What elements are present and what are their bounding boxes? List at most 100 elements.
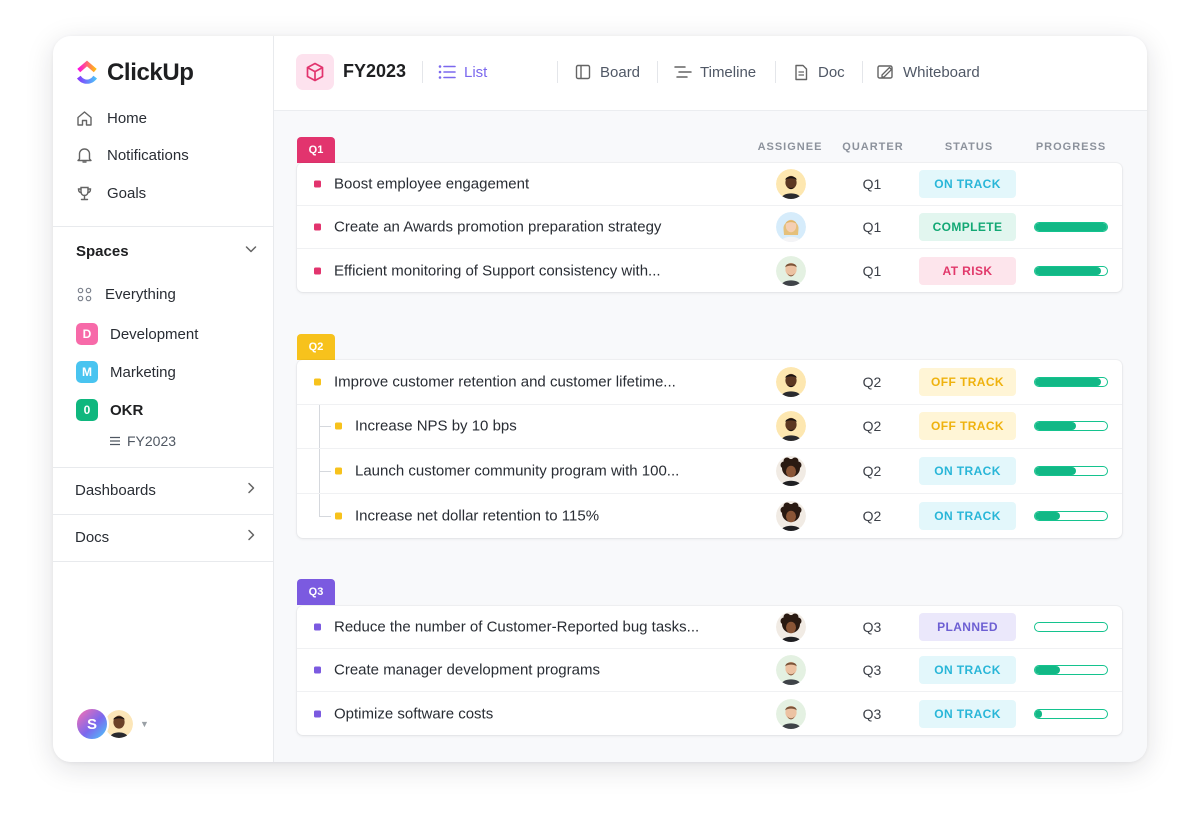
board-icon (574, 63, 592, 81)
column-header-progress[interactable]: PROGRESS (1026, 141, 1116, 153)
group-tag-q1[interactable]: Q1 (297, 137, 335, 163)
tab-board[interactable]: Board (574, 62, 640, 82)
task-name[interactable]: Increase net dollar retention to 115% (355, 507, 599, 524)
status-badge[interactable]: PLANNED (919, 613, 1016, 641)
assignee-avatar[interactable] (776, 698, 806, 729)
column-header-quarter[interactable]: QUARTER (834, 141, 912, 153)
task-name[interactable]: Boost employee engagement (334, 176, 529, 193)
assignee-avatar[interactable] (776, 212, 806, 242)
space-development-label: Development (110, 325, 199, 343)
nav-notifications-label: Notifications (107, 146, 189, 164)
table-row[interactable]: Launch customer community program with 1… (297, 449, 1122, 494)
progress-fill (1035, 666, 1061, 674)
quarter-cell: Q2 (862, 373, 882, 390)
task-group-q1: Boost employee engagement Q1 ON TRACK Creat… (297, 163, 1122, 292)
assignee-avatar[interactable] (776, 455, 806, 486)
grid-dots-icon (76, 286, 92, 302)
group-tag-q3[interactable]: Q3 (297, 579, 335, 605)
table-row[interactable]: Boost employee engagement Q1 ON TRACK (297, 163, 1122, 206)
task-name[interactable]: Optimize software costs (334, 705, 493, 722)
task-name[interactable]: Efficient monitoring of Support consiste… (334, 262, 661, 279)
table-row[interactable]: Optimize software costs Q3 ON TRACK (297, 692, 1122, 735)
assignee-avatar[interactable] (776, 255, 806, 286)
assignee-avatar[interactable] (776, 411, 806, 442)
nav-docs[interactable]: Docs (75, 526, 257, 548)
sidebar: ClickUp Home Notifications Goals Spaces (53, 36, 274, 762)
quarter-cell: Q3 (862, 619, 882, 635)
task-name[interactable]: Increase NPS by 10 bps (355, 418, 517, 435)
status-badge[interactable]: ON TRACK (919, 501, 1016, 530)
task-name[interactable]: Create manager development programs (334, 662, 600, 679)
status-badge[interactable]: ON TRACK (919, 170, 1016, 198)
spaces-label: Spaces (76, 242, 129, 260)
table-row[interactable]: Increase net dollar retention to 115% Q2 O… (297, 493, 1122, 539)
status-badge[interactable]: ON TRACK (919, 699, 1016, 728)
progress-bar (1034, 465, 1108, 476)
nav-notifications[interactable]: Notifications (75, 144, 189, 166)
status-badge[interactable]: ON TRACK (919, 656, 1016, 684)
nav-home-label: Home (107, 109, 148, 127)
caret-down-icon: ▼ (140, 719, 149, 729)
chevron-right-icon (245, 528, 257, 546)
progress-fill (1035, 377, 1102, 386)
tab-doc[interactable]: Doc (792, 62, 845, 82)
quarter-cell: Q2 (862, 418, 882, 435)
table-row[interactable]: Reduce the number of Customer-Reported b… (297, 606, 1122, 649)
space-development[interactable]: D Development (76, 322, 198, 346)
quarter-cell: Q2 (862, 507, 882, 524)
bell-icon (75, 146, 93, 164)
clickup-logo[interactable]: ClickUp (75, 58, 194, 88)
status-badge[interactable]: OFF TRACK (919, 367, 1016, 396)
task-name[interactable]: Launch customer community program with 1… (355, 462, 679, 479)
tab-board-label: Board (600, 63, 641, 81)
progress-fill (1035, 422, 1077, 431)
table-row[interactable]: Increase NPS by 10 bps Q2 OFF TRACK (297, 404, 1122, 449)
user-menu[interactable]: S ▼ (75, 706, 149, 742)
spaces-header[interactable]: Spaces (76, 240, 258, 262)
task-name[interactable]: Create an Awards promotion preparation s… (334, 219, 661, 236)
nav-home[interactable]: Home (75, 107, 147, 129)
task-status-bullet (314, 710, 321, 717)
space-everything[interactable]: Everything (76, 282, 176, 306)
table-row[interactable]: Create an Awards promotion preparation s… (297, 206, 1122, 249)
tree-connector (319, 426, 331, 428)
nav-goals[interactable]: Goals (75, 182, 146, 204)
task-group-q2: Improve customer retention and customer … (297, 360, 1122, 538)
status-badge[interactable]: AT RISK (919, 256, 1016, 285)
quarter-cell: Q2 (862, 462, 882, 479)
tab-timeline[interactable]: Timeline (674, 62, 756, 82)
task-status-bullet (314, 623, 321, 631)
assignee-avatar[interactable] (776, 169, 806, 199)
space-marketing[interactable]: M Marketing (76, 360, 176, 384)
tab-whiteboard[interactable]: Whiteboard (877, 62, 980, 82)
tab-doc-label: Doc (818, 63, 845, 81)
task-status-bullet (314, 666, 321, 674)
tab-list[interactable]: List (438, 62, 487, 82)
status-badge[interactable]: COMPLETE (919, 213, 1016, 241)
assignee-avatar[interactable] (776, 366, 806, 397)
assignee-avatar[interactable] (776, 655, 806, 685)
status-badge[interactable]: ON TRACK (919, 456, 1016, 485)
divider (775, 61, 776, 83)
nav-dashboards[interactable]: Dashboards (75, 479, 257, 501)
clickup-logo-icon (77, 60, 97, 84)
space-okr[interactable]: 0 OKR (76, 398, 143, 422)
task-name[interactable]: Improve customer retention and customer … (334, 373, 676, 390)
assignee-avatar[interactable] (776, 500, 806, 531)
chevron-down-icon[interactable] (244, 242, 258, 261)
assignee-avatar[interactable] (776, 612, 806, 642)
task-status-bullet (314, 378, 321, 386)
column-header-assignee[interactable]: ASSIGNEE (754, 141, 826, 153)
table-row[interactable]: Efficient monitoring of Support consiste… (297, 249, 1122, 292)
app-name: ClickUp (107, 59, 194, 86)
sidebar-divider (53, 561, 274, 562)
group-tag-q2[interactable]: Q2 (297, 334, 335, 360)
quarter-cell: Q1 (862, 219, 882, 235)
space-badge-okr: 0 (76, 399, 98, 421)
list-fy2023[interactable]: FY2023 (109, 432, 176, 450)
task-name[interactable]: Reduce the number of Customer-Reported b… (334, 619, 699, 636)
table-row[interactable]: Improve customer retention and customer … (297, 360, 1122, 405)
table-row[interactable]: Create manager development programs Q3 ON … (297, 649, 1122, 692)
column-header-status[interactable]: STATUS (924, 141, 1014, 153)
status-badge[interactable]: OFF TRACK (919, 412, 1016, 441)
